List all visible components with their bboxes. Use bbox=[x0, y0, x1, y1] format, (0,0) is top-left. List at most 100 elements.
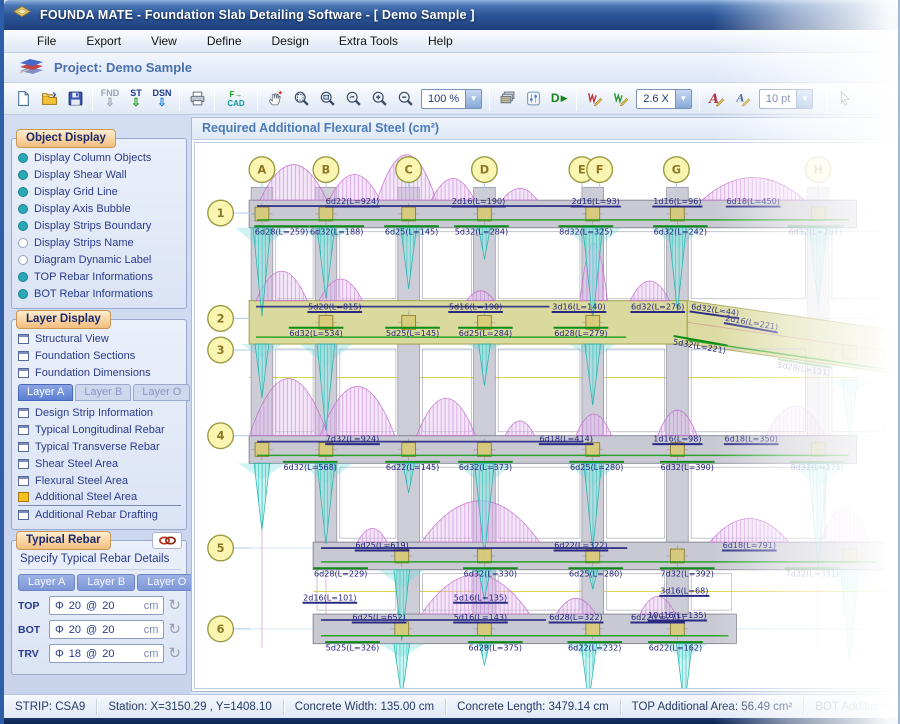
object-display-item[interactable]: TOP Rebar Informations bbox=[18, 268, 181, 285]
layer-display-item[interactable]: Additional Rebar Drafting bbox=[18, 506, 181, 523]
grid-bubble-6: 6 bbox=[208, 616, 250, 642]
text-size-button[interactable]: A bbox=[730, 85, 756, 113]
toggle-on-icon[interactable] bbox=[18, 289, 28, 299]
layer-display-item[interactable]: Typical Longitudinal Rebar bbox=[18, 421, 181, 438]
text-style-button[interactable]: A bbox=[704, 85, 730, 113]
layer-display-item[interactable]: Flexural Steel Area bbox=[18, 472, 181, 489]
new-button[interactable] bbox=[10, 85, 36, 113]
zoom-level-select[interactable]: 100 %▼ bbox=[421, 89, 482, 109]
select-cursor-button[interactable] bbox=[831, 85, 857, 113]
object-display-item[interactable]: Display Shear Wall bbox=[18, 166, 181, 183]
tab-layer-a[interactable]: Layer A bbox=[18, 384, 73, 401]
project-title: Project: Demo Sample bbox=[54, 60, 192, 75]
project-logo-icon bbox=[16, 54, 46, 81]
svg-text:6d28(L=322): 6d28(L=322) bbox=[549, 613, 602, 622]
object-display-item[interactable]: Display Strips Boundary bbox=[18, 217, 181, 234]
save-button[interactable] bbox=[62, 85, 88, 113]
refresh-icon[interactable]: ↻ bbox=[168, 646, 181, 661]
svg-text:5d20(L=815): 5d20(L=815) bbox=[308, 303, 361, 312]
svg-text:C: C bbox=[404, 163, 412, 177]
rebar-spec-input[interactable]: Φ20@20cm bbox=[49, 596, 164, 615]
display-settings-button[interactable] bbox=[520, 85, 546, 113]
svg-text:5d32(L=284): 5d32(L=284) bbox=[455, 228, 508, 237]
st-run-button[interactable]: ST⇩ bbox=[123, 85, 149, 113]
toggle-on-icon[interactable] bbox=[18, 153, 28, 163]
rebar-tab-layer-a[interactable]: Layer A bbox=[18, 574, 75, 591]
rebar-tab-layer-o[interactable]: Layer O bbox=[137, 574, 191, 591]
phi-symbol: Φ bbox=[55, 648, 64, 660]
rebar-diameter-value: 20 bbox=[69, 624, 81, 636]
toggle-on-icon[interactable] bbox=[18, 187, 28, 197]
toggle-off-icon[interactable] bbox=[18, 238, 28, 248]
rebar-tab-layer-b[interactable]: Layer B bbox=[77, 574, 135, 591]
layer-display-item[interactable]: Typical Transverse Rebar bbox=[18, 438, 181, 455]
toggle-on-icon[interactable] bbox=[18, 221, 28, 231]
zoom-window-button[interactable] bbox=[314, 85, 340, 113]
layer-display-label: Design Strip Information bbox=[35, 407, 153, 419]
rebar-spec-input[interactable]: Φ20@20cm bbox=[49, 620, 164, 639]
rebar-spec-input[interactable]: Φ18@20cm bbox=[49, 644, 164, 663]
layer-view-item[interactable]: Foundation Dimensions bbox=[18, 364, 181, 381]
chevron-down-icon: ▼ bbox=[465, 90, 481, 108]
diagram-scale-select[interactable]: 2.6 X▼ bbox=[636, 89, 692, 109]
layer-display-item[interactable]: Design Strip Information bbox=[18, 404, 181, 421]
object-display-item[interactable]: Display Column Objects bbox=[18, 149, 181, 166]
menu-design[interactable]: Design bbox=[257, 31, 324, 51]
phi-symbol: Φ bbox=[55, 600, 64, 612]
object-display-item[interactable]: BOT Rebar Informations bbox=[18, 285, 181, 302]
font-size-select[interactable]: 10 pt▼ bbox=[759, 89, 813, 109]
svg-text:6d22(L=162): 6d22(L=162) bbox=[649, 644, 702, 653]
layer-display-item[interactable]: Additional Steel Area bbox=[18, 489, 181, 506]
svg-text:6d25(L=280): 6d25(L=280) bbox=[569, 570, 622, 579]
link-layers-button[interactable] bbox=[152, 532, 182, 549]
zoom-extents-button[interactable] bbox=[288, 85, 314, 113]
layer-view-item[interactable]: Foundation Sections bbox=[18, 347, 181, 364]
svg-text:G: G bbox=[672, 163, 681, 177]
canvas-viewport[interactable]: 6d22(L=924)2d16(L=190)2d16(L=93)1d16(L=9… bbox=[194, 142, 895, 689]
layer-display-item[interactable]: Shear Steel Area bbox=[18, 455, 181, 472]
object-display-item[interactable]: Display Strips Name bbox=[18, 234, 181, 251]
window-icon bbox=[18, 334, 29, 344]
toggle-off-icon[interactable] bbox=[18, 255, 28, 265]
refresh-icon[interactable]: ↻ bbox=[168, 622, 181, 637]
zoom-out-button[interactable] bbox=[392, 85, 418, 113]
status-bar: STRIP: CSA9Station: X=3150.29 , Y=1408.1… bbox=[4, 694, 898, 718]
status-field-4: TOP Additional Area: 56.49 cm² bbox=[621, 699, 805, 715]
menu-file[interactable]: File bbox=[22, 31, 71, 51]
object-display-item[interactable]: Display Grid Line bbox=[18, 183, 181, 200]
svg-text:6d32(L=330): 6d32(L=330) bbox=[464, 570, 517, 579]
status-field-2: Concrete Width: 135.00 cm bbox=[284, 699, 446, 715]
foundation-plan-drawing[interactable]: 6d22(L=924)2d16(L=190)2d16(L=93)1d16(L=9… bbox=[195, 143, 894, 688]
layers-button[interactable] bbox=[494, 85, 520, 113]
print-button[interactable] bbox=[184, 85, 210, 113]
export-cad-button[interactable]: F→CAD bbox=[219, 85, 253, 113]
tab-layer-b[interactable]: Layer B bbox=[75, 384, 131, 401]
refresh-icon[interactable]: ↻ bbox=[168, 598, 181, 613]
project-bar: Project: Demo Sample bbox=[4, 53, 898, 83]
tab-layer-o[interactable]: Layer O bbox=[133, 384, 190, 401]
layer-view-label: Structural View bbox=[35, 333, 109, 345]
menu-extra-tools[interactable]: Extra Tools bbox=[324, 31, 413, 51]
layer-view-item[interactable]: Structural View bbox=[18, 330, 181, 347]
open-button[interactable] bbox=[36, 85, 62, 113]
toggle-on-icon[interactable] bbox=[18, 170, 28, 180]
pan-button[interactable] bbox=[262, 85, 288, 113]
run-diagram-button[interactable]: D▶ bbox=[546, 85, 572, 113]
object-display-item[interactable]: Display Axis Bubble bbox=[18, 200, 181, 217]
object-display-item[interactable]: Diagram Dynamic Label bbox=[18, 251, 181, 268]
zoom-in-button[interactable] bbox=[366, 85, 392, 113]
diagram-edit-green-button[interactable] bbox=[607, 85, 633, 113]
toggle-on-icon[interactable] bbox=[18, 272, 28, 282]
toggle-on-icon[interactable] bbox=[18, 204, 28, 214]
object-display-label: Display Column Objects bbox=[34, 152, 151, 164]
diagram-edit-red-button[interactable] bbox=[581, 85, 607, 113]
zoom-previous-button[interactable] bbox=[340, 85, 366, 113]
menu-define[interactable]: Define bbox=[192, 31, 257, 51]
dsn-run-button[interactable]: DSN⇩ bbox=[149, 85, 175, 113]
fnd-run-button[interactable]: FND⇩ bbox=[97, 85, 123, 113]
menu-export[interactable]: Export bbox=[71, 31, 136, 51]
menu-help[interactable]: Help bbox=[413, 31, 468, 51]
menu-view[interactable]: View bbox=[136, 31, 192, 51]
svg-text:6d32(L=242): 6d32(L=242) bbox=[654, 228, 707, 237]
svg-text:6d28(L=259): 6d28(L=259) bbox=[255, 228, 308, 237]
